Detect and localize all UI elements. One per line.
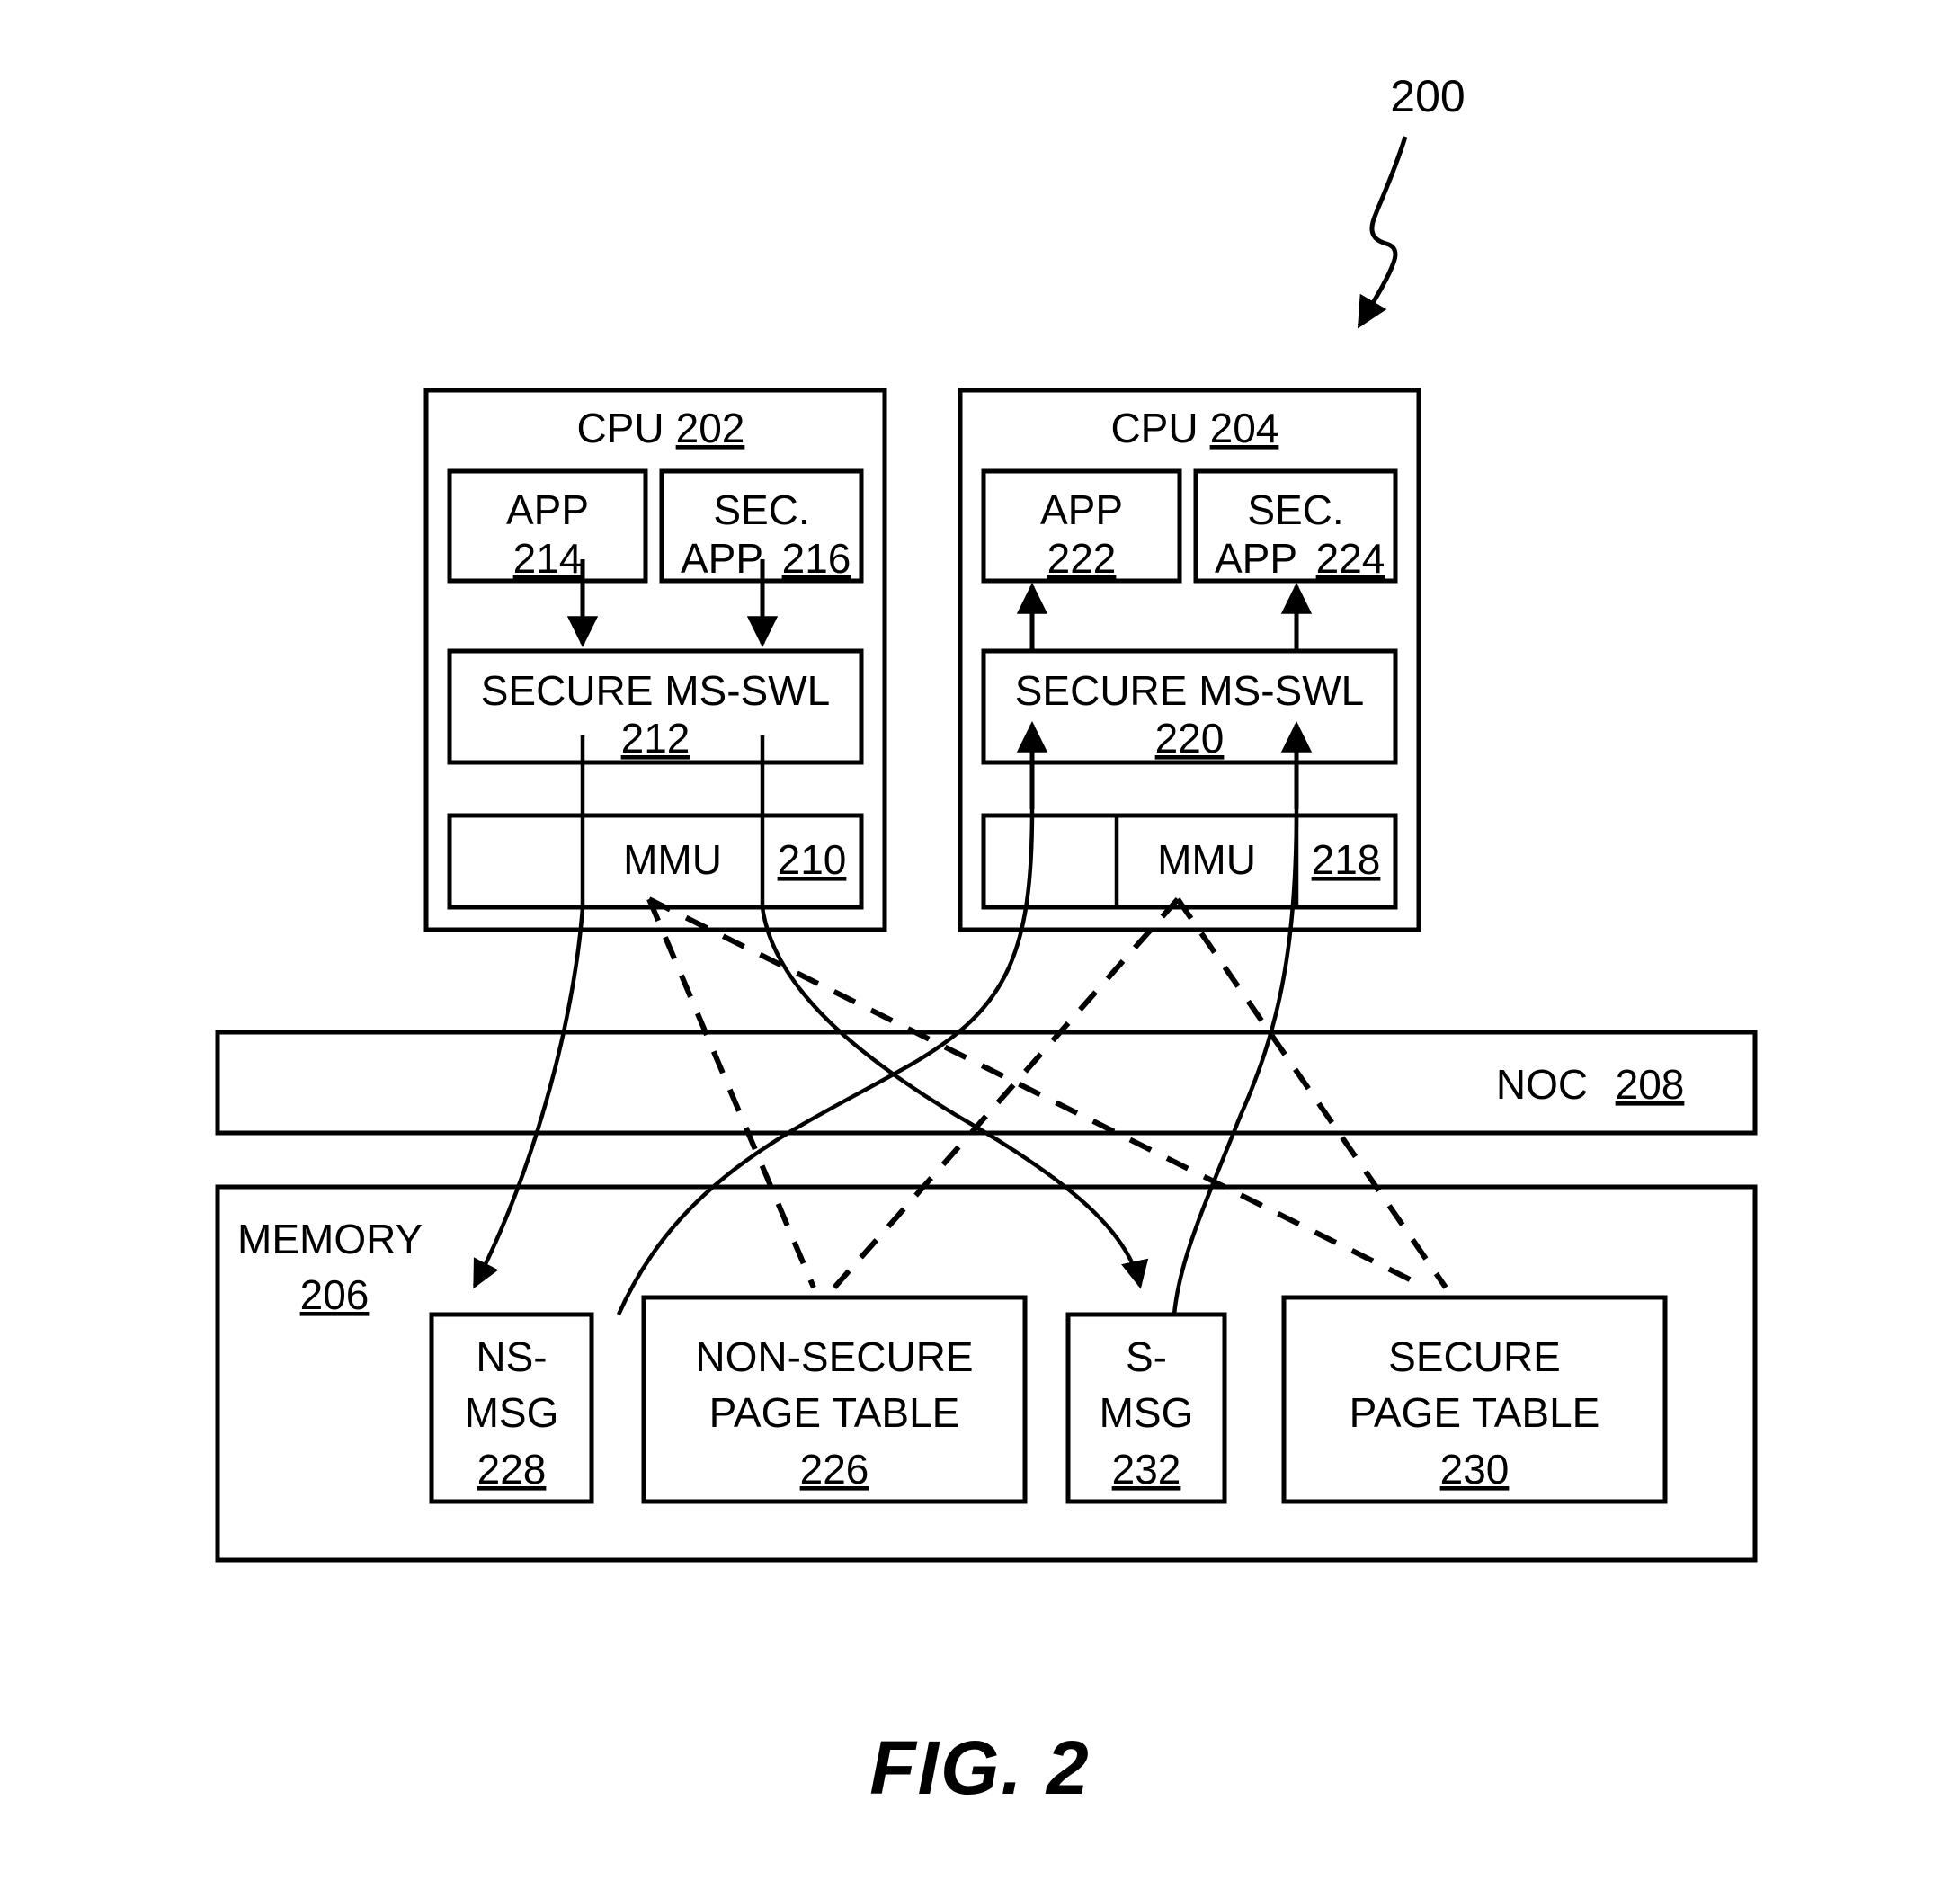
non-secure-page-table-line1: NON-SECURE <box>695 1333 973 1380</box>
mmu-210-ref: 210 <box>778 836 847 883</box>
secure-ms-swl-220-ref: 220 <box>1155 715 1225 762</box>
secure-page-table-line2: PAGE TABLE <box>1350 1389 1600 1436</box>
figure-caption: FIG. 2 <box>869 1725 1090 1810</box>
secure-page-table-line1: SECURE <box>1388 1333 1561 1380</box>
non-secure-page-table-ref: 226 <box>800 1446 869 1493</box>
secure-ms-swl-220-label: SECURE MS-SWL <box>1015 667 1364 714</box>
patent-figure: 200 CPU 202 APP 214 SEC. APP 216 SECURE … <box>0 0 1960 1881</box>
ns-msg-line2: MSG <box>465 1389 559 1436</box>
sec-app-224-label-line2: APP <box>1215 535 1297 582</box>
non-secure-page-table-line2: PAGE TABLE <box>709 1389 960 1436</box>
s-msg-ref: 232 <box>1112 1446 1181 1493</box>
sec-app-216-ref: 216 <box>782 535 851 582</box>
cpu-202-title: CPU <box>576 405 664 451</box>
diagram-canvas: 200 CPU 202 APP 214 SEC. APP 216 SECURE … <box>215 71 1758 1810</box>
memory-ref: 206 <box>300 1271 370 1318</box>
secure-ms-swl-212-label: SECURE MS-SWL <box>481 667 830 714</box>
s-msg-line1: S- <box>1126 1333 1167 1380</box>
ns-msg-line1: NS- <box>476 1333 547 1380</box>
app-222-label: APP <box>1040 486 1123 533</box>
cpu-202-ref: 202 <box>676 405 745 451</box>
curve-cpu202-to-s-msg-232 <box>760 906 1149 1289</box>
dashed-mmu218-to-secure-page-table <box>1175 897 1448 1289</box>
cpu-204-ref: 204 <box>1210 405 1279 451</box>
mmu-218-label: MMU <box>1157 836 1256 883</box>
curve-cpu202-to-ns-msg-228 <box>472 906 585 1289</box>
sec-app-224-label-line1: SEC. <box>1247 486 1343 533</box>
sec-app-216-label-line1: SEC. <box>713 486 809 533</box>
noc-label: NOC <box>1496 1061 1588 1108</box>
curve-s-msg-232-to-cpu204 <box>1172 808 1299 1315</box>
ns-msg-ref: 228 <box>477 1446 547 1493</box>
dashed-mmu210-to-secure-page-table <box>647 896 1428 1290</box>
system-ref-200: 200 <box>1390 71 1465 121</box>
sec-app-216-label-line2: APP <box>681 535 763 582</box>
system-lead-line <box>1357 136 1408 329</box>
mmu-218-ref: 218 <box>1312 836 1381 883</box>
secure-ms-swl-212-ref: 212 <box>621 715 690 762</box>
cpu-204-title: CPU <box>1110 405 1198 451</box>
noc-ref: 208 <box>1616 1061 1685 1108</box>
dashed-mmu218-to-non-secure-page-table <box>832 897 1180 1289</box>
app-222-ref: 222 <box>1047 535 1117 582</box>
s-msg-line2: MSG <box>1100 1389 1194 1436</box>
mmu-210-label: MMU <box>623 836 722 883</box>
app-214-label: APP <box>506 486 589 533</box>
curve-ns-msg-228-to-cpu204 <box>616 808 1035 1315</box>
sec-app-224-ref: 224 <box>1316 535 1385 582</box>
app-214-ref: 214 <box>513 535 583 582</box>
memory-label: MEMORY <box>237 1216 423 1262</box>
secure-page-table-ref: 230 <box>1440 1446 1510 1493</box>
